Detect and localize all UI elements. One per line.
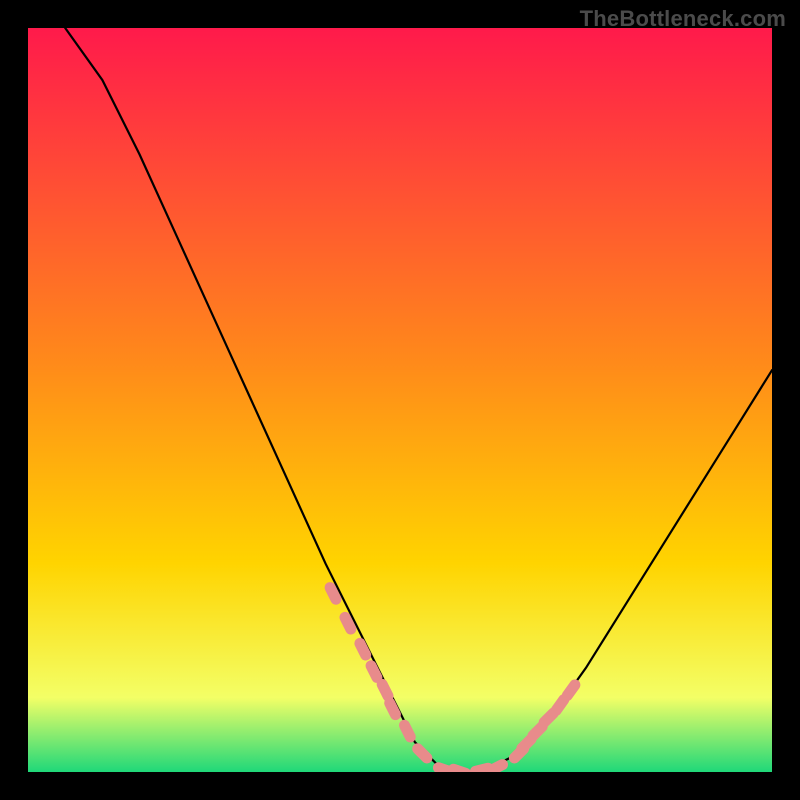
gradient-background — [28, 28, 772, 772]
chart-frame: TheBottleneck.com — [0, 0, 800, 800]
watermark-text: TheBottleneck.com — [580, 6, 786, 32]
chart-svg — [28, 28, 772, 772]
chart-plot — [28, 28, 772, 772]
